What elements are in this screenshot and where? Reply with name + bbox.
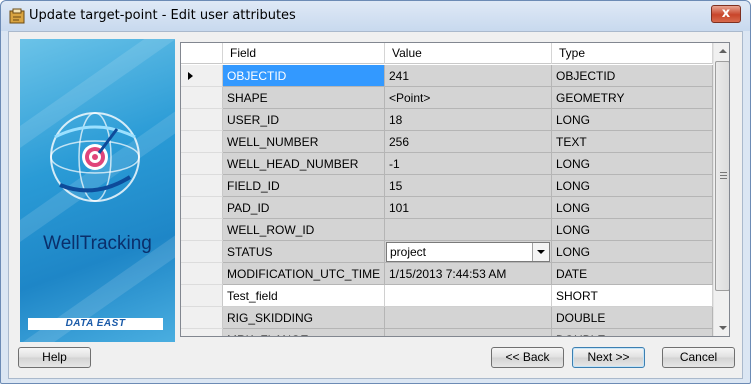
current-row-arrow-icon: [188, 72, 193, 80]
table-row[interactable]: MRK_FLANGE DOUBLE: [181, 329, 713, 336]
table-row[interactable]: SHAPE <Point> GEOMETRY: [181, 87, 713, 109]
value-cell[interactable]: [385, 329, 552, 336]
value-cell[interactable]: -1: [385, 153, 552, 175]
table-row[interactable]: Test_field SHORT: [181, 285, 713, 307]
row-header[interactable]: [181, 87, 223, 109]
type-cell[interactable]: DOUBLE: [552, 307, 713, 329]
value-cell[interactable]: [385, 219, 552, 241]
row-header[interactable]: [181, 285, 223, 307]
value-cell[interactable]: <Point>: [385, 87, 552, 109]
table-row[interactable]: RIG_SKIDDING DOUBLE: [181, 307, 713, 329]
value-cell[interactable]: 101: [385, 197, 552, 219]
row-header[interactable]: [181, 175, 223, 197]
scroll-down-icon[interactable]: [714, 319, 729, 336]
value-cell[interactable]: 18: [385, 109, 552, 131]
table-row[interactable]: WELL_HEAD_NUMBER -1 LONG: [181, 153, 713, 175]
type-cell[interactable]: LONG: [552, 219, 713, 241]
back-button[interactable]: << Back: [491, 347, 564, 368]
cancel-button[interactable]: Cancel: [662, 347, 735, 368]
globe-target-icon: [50, 112, 140, 202]
type-cell[interactable]: LONG: [552, 109, 713, 131]
row-header[interactable]: [181, 153, 223, 175]
field-cell[interactable]: RIG_SKIDDING: [223, 307, 385, 329]
vertical-scrollbar[interactable]: [713, 43, 729, 336]
app-icon: [9, 8, 25, 24]
field-cell[interactable]: WELL_NUMBER: [223, 131, 385, 153]
table-row[interactable]: MODIFICATION_UTC_TIME 1/15/2013 7:44:53 …: [181, 263, 713, 285]
title-bar: Update target-point - Edit user attribut…: [1, 1, 750, 31]
grip-icon: [720, 172, 727, 179]
grid-header: Field Value Type: [181, 43, 713, 64]
type-cell[interactable]: DOUBLE: [552, 329, 713, 336]
row-header[interactable]: [181, 263, 223, 285]
window-title: Update target-point - Edit user attribut…: [29, 8, 296, 23]
row-header[interactable]: [181, 109, 223, 131]
attributes-grid[interactable]: Field Value Type OBJECTID 241 OBJECTID S…: [180, 42, 730, 337]
row-header[interactable]: [181, 219, 223, 241]
row-header[interactable]: [181, 329, 223, 336]
table-row[interactable]: OBJECTID 241 OBJECTID: [181, 65, 713, 87]
field-cell[interactable]: USER_ID: [223, 109, 385, 131]
row-header[interactable]: [181, 241, 223, 263]
scroll-thumb[interactable]: [715, 61, 729, 291]
table-row[interactable]: WELL_ROW_ID LONG: [181, 219, 713, 241]
table-row[interactable]: STATUS project LONG: [181, 241, 713, 263]
product-name: WellTracking: [43, 233, 152, 254]
value-cell[interactable]: 256: [385, 131, 552, 153]
value-cell[interactable]: [385, 307, 552, 329]
next-button[interactable]: Next >>: [572, 347, 645, 368]
table-row[interactable]: USER_ID 18 LONG: [181, 109, 713, 131]
table-row[interactable]: FIELD_ID 15 LONG: [181, 175, 713, 197]
type-cell[interactable]: LONG: [552, 153, 713, 175]
close-icon: x: [721, 6, 731, 21]
table-row[interactable]: PAD_ID 101 LONG: [181, 197, 713, 219]
field-cell[interactable]: MODIFICATION_UTC_TIME: [223, 263, 385, 285]
value-cell[interactable]: 15: [385, 175, 552, 197]
column-header-value[interactable]: Value: [385, 43, 552, 64]
type-cell[interactable]: SHORT: [552, 285, 713, 307]
chevron-down-icon[interactable]: [532, 243, 549, 261]
value-cell[interactable]: 1/15/2013 7:44:53 AM: [385, 263, 552, 285]
value-cell[interactable]: [385, 285, 552, 307]
product-banner: WellTracking DATA EAST: [20, 39, 175, 342]
column-header-field[interactable]: Field: [223, 43, 385, 64]
type-cell[interactable]: OBJECTID: [552, 65, 713, 87]
dialog-body: WellTracking DATA EAST Field Value Type …: [8, 31, 743, 379]
field-cell[interactable]: PAD_ID: [223, 197, 385, 219]
field-cell[interactable]: WELL_ROW_ID: [223, 219, 385, 241]
field-cell[interactable]: MRK_FLANGE: [223, 329, 385, 336]
type-cell[interactable]: GEOMETRY: [552, 87, 713, 109]
company-logo: DATA EAST: [28, 318, 163, 330]
column-header-type[interactable]: Type: [552, 43, 713, 64]
row-header-corner: [181, 43, 223, 64]
field-cell[interactable]: FIELD_ID: [223, 175, 385, 197]
row-header[interactable]: [181, 65, 223, 87]
type-cell[interactable]: LONG: [552, 197, 713, 219]
row-header[interactable]: [181, 197, 223, 219]
type-cell[interactable]: LONG: [552, 241, 713, 263]
close-button[interactable]: x: [711, 5, 741, 23]
row-header[interactable]: [181, 131, 223, 153]
field-cell[interactable]: OBJECTID: [223, 65, 385, 87]
field-cell[interactable]: WELL_HEAD_NUMBER: [223, 153, 385, 175]
dialog-window: Update target-point - Edit user attribut…: [0, 0, 751, 384]
value-cell[interactable]: 241: [385, 65, 552, 87]
field-cell[interactable]: Test_field: [223, 285, 385, 307]
field-cell[interactable]: SHAPE: [223, 87, 385, 109]
status-dropdown-value: project: [390, 245, 427, 259]
scroll-up-icon[interactable]: [714, 43, 729, 60]
type-cell[interactable]: LONG: [552, 175, 713, 197]
field-cell[interactable]: STATUS: [223, 241, 385, 263]
status-dropdown[interactable]: project: [386, 242, 550, 262]
help-button[interactable]: Help: [18, 347, 91, 368]
type-cell[interactable]: DATE: [552, 263, 713, 285]
row-header[interactable]: [181, 307, 223, 329]
table-row[interactable]: WELL_NUMBER 256 TEXT: [181, 131, 713, 153]
type-cell[interactable]: TEXT: [552, 131, 713, 153]
